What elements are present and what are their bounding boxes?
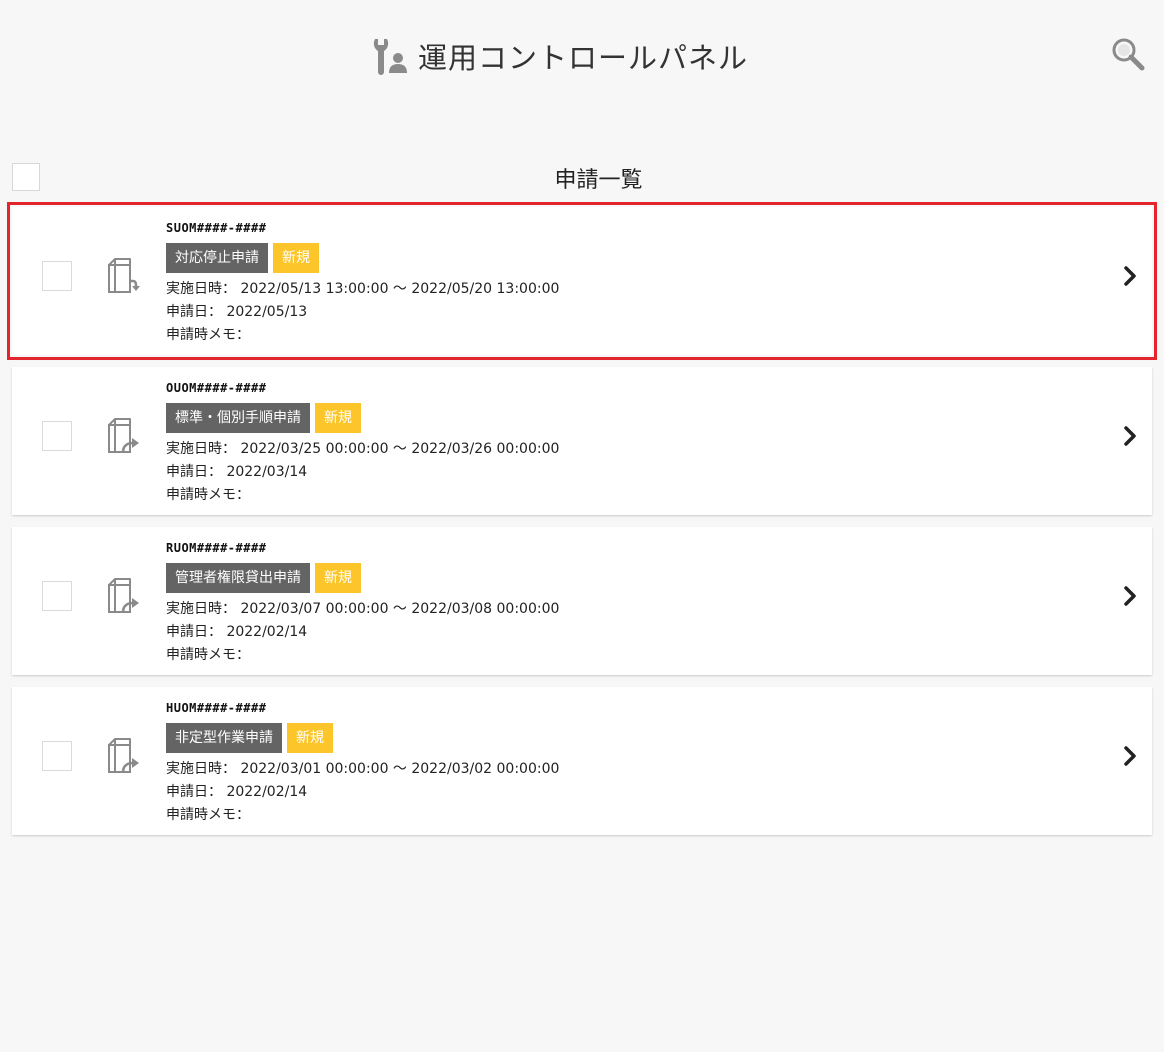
applied-date-value: 2022/02/14 (226, 784, 308, 800)
card-content: OUOM####-#### 標準・個別手順申請 新規 実施日時： 2022/03… (166, 379, 559, 507)
card-checkbox[interactable] (42, 741, 72, 771)
card-checkbox[interactable] (42, 421, 72, 451)
wrench-user-icon (373, 39, 407, 75)
card-checkbox[interactable] (42, 581, 72, 611)
application-card[interactable]: SUOM####-#### 対応停止申請 新規 実施日時： 2022/05/13… (7, 202, 1157, 360)
card-content: HUOM####-#### 非定型作業申請 新規 実施日時： 2022/03/0… (166, 699, 559, 827)
application-type-badge: 対応停止申請 (166, 243, 268, 273)
chevron-right-icon[interactable] (1120, 583, 1140, 609)
application-code: OUOM####-#### (166, 381, 267, 395)
applied-date-value: 2022/02/14 (226, 624, 308, 640)
memo-label: 申請時メモ： (166, 487, 250, 503)
application-type-badge: 非定型作業申請 (166, 723, 282, 753)
tag-group: 管理者権限貸出申請 新規 (166, 563, 559, 593)
applied-date-value: 2022/05/13 (226, 304, 308, 320)
applied-date-label: 申請日： (166, 784, 222, 800)
status-badge: 新規 (273, 243, 319, 273)
period-row: 実施日時： 2022/03/01 00:00:00 〜 2022/03/02 0… (166, 758, 559, 781)
list-header: 申請一覧 (0, 160, 1164, 196)
memo-row: 申請時メモ： (166, 324, 559, 347)
memo-label: 申請時メモ： (166, 647, 250, 663)
application-code: SUOM####-#### (166, 221, 267, 235)
page-title: 運用コントロールパネル (418, 41, 749, 75)
period-label: 実施日時： (166, 601, 236, 617)
applied-date-label: 申請日： (166, 464, 222, 480)
period-label: 実施日時： (166, 441, 236, 457)
period-row: 実施日時： 2022/03/25 00:00:00 〜 2022/03/26 0… (166, 438, 559, 461)
tag-group: 非定型作業申請 新規 (166, 723, 559, 753)
memo-row: 申請時メモ： (166, 644, 559, 667)
period-value: 2022/03/25 00:00:00 〜 2022/03/26 00:00:0… (240, 441, 560, 457)
document-out-icon (108, 418, 139, 453)
chevron-right-icon[interactable] (1120, 263, 1140, 289)
application-card[interactable]: HUOM####-#### 非定型作業申請 新規 実施日時： 2022/03/0… (12, 687, 1152, 835)
status-badge: 新規 (315, 403, 361, 433)
applied-date-row: 申請日： 2022/05/13 (166, 301, 559, 324)
application-code: HUOM####-#### (166, 701, 267, 715)
period-label: 実施日時： (166, 281, 236, 297)
card-content: SUOM####-#### 対応停止申請 新規 実施日時： 2022/05/13… (166, 219, 559, 347)
memo-row: 申請時メモ： (166, 484, 559, 507)
period-label: 実施日時： (166, 761, 236, 777)
document-out-icon (108, 578, 139, 613)
document-in-icon (108, 258, 140, 293)
period-value: 2022/03/01 00:00:00 〜 2022/03/02 00:00:0… (240, 761, 560, 777)
memo-label: 申請時メモ： (166, 327, 250, 343)
application-type-badge: 標準・個別手順申請 (166, 403, 310, 433)
card-content: RUOM####-#### 管理者権限貸出申請 新規 実施日時： 2022/03… (166, 539, 559, 667)
chevron-right-icon[interactable] (1120, 743, 1140, 769)
applied-date-row: 申請日： 2022/03/14 (166, 461, 559, 484)
period-row: 実施日時： 2022/03/07 00:00:00 〜 2022/03/08 0… (166, 598, 559, 621)
tag-group: 標準・個別手順申請 新規 (166, 403, 559, 433)
application-code: RUOM####-#### (166, 541, 267, 555)
app-header: 運用コントロールパネル (0, 0, 1164, 110)
period-value: 2022/05/13 13:00:00 〜 2022/05/20 13:00:0… (240, 281, 560, 297)
memo-label: 申請時メモ： (166, 807, 250, 823)
applied-date-value: 2022/03/14 (226, 464, 308, 480)
memo-row: 申請時メモ： (166, 804, 559, 827)
chevron-right-icon[interactable] (1120, 423, 1140, 449)
applied-date-label: 申請日： (166, 304, 222, 320)
applied-date-label: 申請日： (166, 624, 222, 640)
application-type-badge: 管理者権限貸出申請 (166, 563, 310, 593)
status-badge: 新規 (287, 723, 333, 753)
header-title-group: 運用コントロールパネル (372, 34, 748, 78)
period-row: 実施日時： 2022/05/13 13:00:00 〜 2022/05/20 1… (166, 278, 559, 301)
tag-group: 対応停止申請 新規 (166, 243, 559, 273)
search-icon[interactable] (1110, 36, 1146, 72)
application-card[interactable]: OUOM####-#### 標準・個別手順申請 新規 実施日時： 2022/03… (12, 367, 1152, 515)
application-card[interactable]: RUOM####-#### 管理者権限貸出申請 新規 実施日時： 2022/03… (12, 527, 1152, 675)
applied-date-row: 申請日： 2022/02/14 (166, 781, 559, 804)
period-value: 2022/03/07 00:00:00 〜 2022/03/08 00:00:0… (240, 601, 560, 617)
list-title: 申請一覧 (554, 168, 643, 193)
status-badge: 新規 (315, 563, 361, 593)
document-out-icon (108, 738, 139, 773)
card-checkbox[interactable] (42, 261, 72, 291)
applied-date-row: 申請日： 2022/02/14 (166, 621, 559, 644)
